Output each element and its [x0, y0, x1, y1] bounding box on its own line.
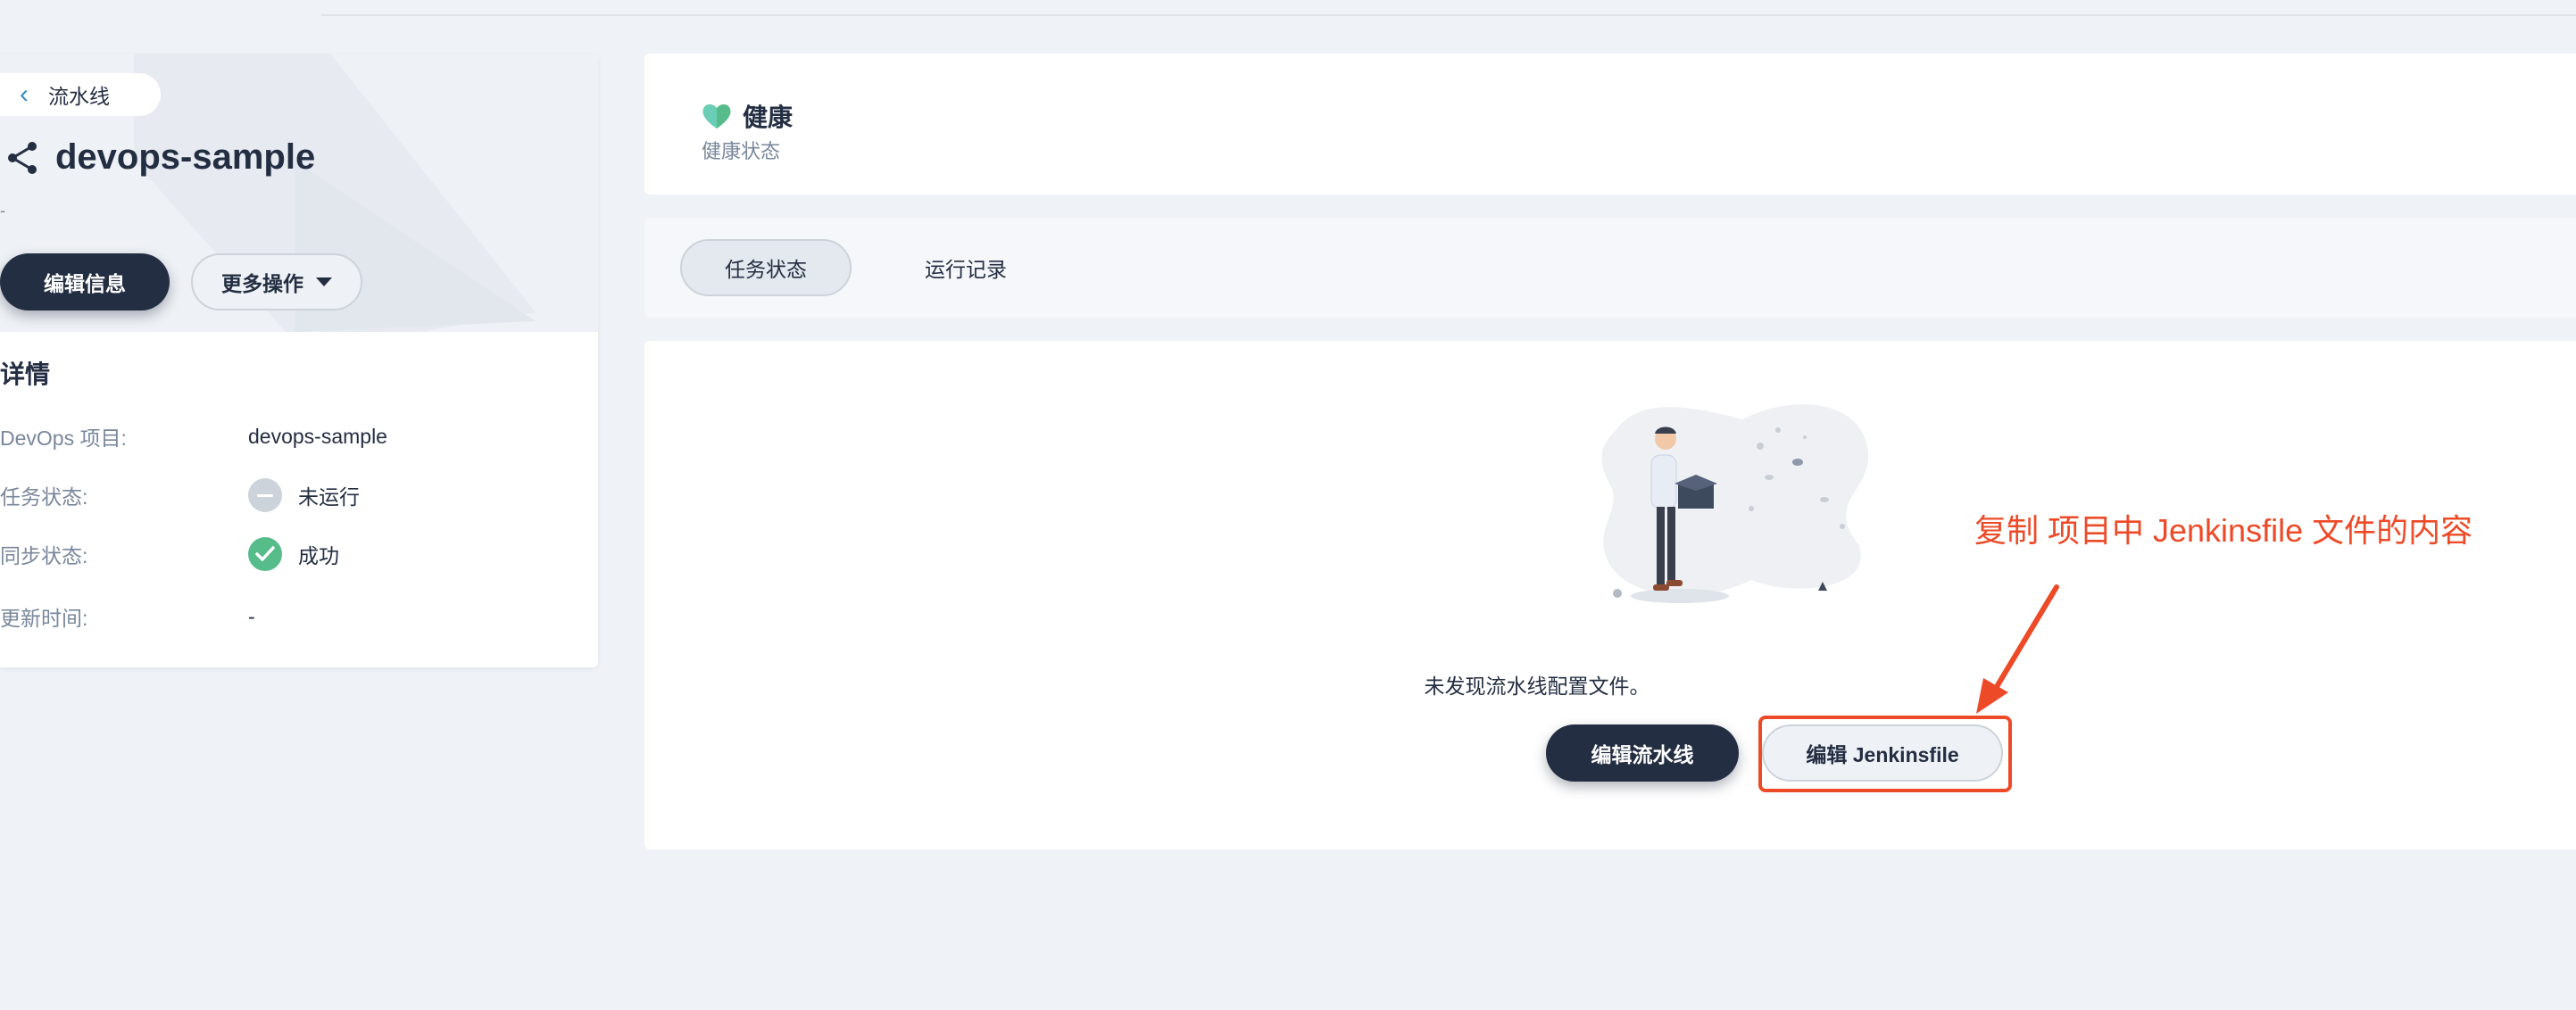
tabs-bar: 任务状态 运行记录 [644, 218, 2576, 318]
tab-run-records[interactable]: 运行记录 [885, 239, 1046, 296]
detail-value: - [248, 604, 255, 628]
caret-down-icon [316, 277, 332, 286]
detail-row-task-status: 任务状态: 未运行 [0, 478, 360, 512]
pipeline-name: devops-sample [55, 137, 316, 177]
empty-box-illustration [1601, 404, 1869, 603]
chevron-left-icon: ‹ [20, 79, 29, 109]
annotation-text: 复制 项目中 Jenkinsfile 文件的内容 [1974, 512, 2473, 549]
more-actions-label: 更多操作 [221, 272, 303, 295]
pipeline-icon [8, 141, 37, 174]
detail-label: 同步状态: [0, 544, 88, 567]
task-status-text: 未运行 [298, 485, 360, 509]
sync-status-text: 成功 [298, 544, 339, 567]
health-card: 健康 健康状态 [644, 54, 2576, 195]
pipeline-description: - [0, 202, 5, 219]
detail-row-updated-time: 更新时间: - [0, 601, 255, 632]
health-subtitle: 健康状态 [702, 140, 781, 162]
edit-jenkinsfile-button[interactable]: 编辑 Jenkinsfile [1762, 724, 2003, 782]
pipeline-info-panel: ‹ 流水线 devops-sample - 编辑信息 更多操作 详情 DevOp… [0, 54, 598, 667]
health-title: 健康 [702, 98, 793, 134]
empty-state-card: 未发现流水线配置文件。 编辑流水线 编辑 Jenkinsfile [644, 341, 2576, 849]
health-label: 健康 [743, 103, 794, 131]
success-check-icon [248, 537, 282, 571]
pipeline-header: ‹ 流水线 devops-sample - 编辑信息 更多操作 [0, 54, 598, 332]
edit-info-button[interactable]: 编辑信息 [0, 253, 170, 310]
detail-value: devops-sample [248, 424, 387, 448]
edit-pipeline-button[interactable]: 编辑流水线 [1546, 724, 1739, 782]
pipeline-title: devops-sample [5, 137, 315, 178]
tab-task-status[interactable]: 任务状态 [680, 239, 852, 296]
heart-icon [702, 103, 731, 128]
not-run-icon [248, 478, 282, 512]
annotation-arrow-icon [1976, 584, 2059, 714]
back-label: 流水线 [48, 85, 110, 108]
detail-row-devops-project: DevOps 项目: devops-sample [0, 421, 387, 451]
detail-value: 成功 [248, 537, 339, 571]
detail-label: 任务状态: [0, 485, 88, 509]
back-to-pipelines-link[interactable]: ‹ 流水线 [0, 73, 161, 116]
top-divider [321, 0, 2576, 16]
empty-message: 未发现流水线配置文件。 [1424, 675, 1650, 698]
details-title: 详情 [0, 360, 51, 388]
detail-value: 未运行 [248, 478, 360, 512]
detail-label: DevOps 项目: [0, 426, 127, 450]
detail-row-sync-status: 同步状态: 成功 [0, 537, 339, 571]
more-actions-button[interactable]: 更多操作 [191, 253, 362, 310]
detail-label: 更新时间: [0, 607, 88, 630]
